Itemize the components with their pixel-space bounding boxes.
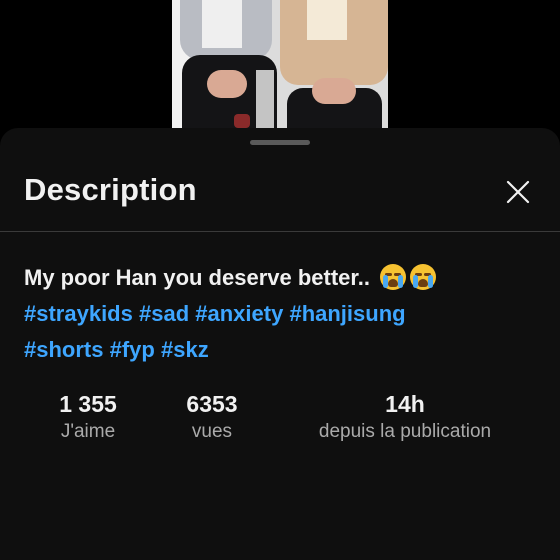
likes-stat: 1 355 J'aime: [52, 390, 124, 446]
sheet-title: Description: [24, 172, 197, 207]
person-left-shirt: [202, 0, 242, 48]
hashtag-link[interactable]: #shorts: [24, 337, 103, 362]
hashtag-link[interactable]: #anxiety: [195, 301, 283, 326]
hashtag-link[interactable]: #sad: [139, 301, 189, 326]
close-button[interactable]: [502, 176, 534, 208]
video-thumbnail[interactable]: [172, 0, 388, 140]
crying-emoji-icon: [410, 264, 437, 290]
hashtags-line: #shorts #fyp #skz: [24, 332, 534, 368]
published-stat: 14h depuis la publication: [300, 390, 510, 446]
description-line: My poor Han you deserve better..: [24, 260, 534, 296]
person-right-hands: [312, 78, 356, 104]
likes-label: J'aime: [60, 421, 116, 442]
description-text: My poor Han you deserve better..: [24, 265, 370, 290]
likes-count: 1 355: [59, 391, 117, 417]
hashtag-link[interactable]: #straykids: [24, 301, 133, 326]
video-description: My poor Han you deserve better.. #strayk…: [24, 260, 534, 368]
views-count: 6353: [186, 391, 238, 417]
crying-emoji-icon: [380, 264, 407, 290]
person-left-hands: [207, 70, 247, 98]
hashtag-link[interactable]: #skz: [161, 337, 209, 362]
drag-handle[interactable]: [250, 140, 310, 145]
divider: [0, 231, 560, 232]
close-icon: [506, 180, 530, 204]
views-stat: 6353 vues: [176, 390, 248, 446]
hashtag-link[interactable]: #fyp: [110, 337, 155, 362]
hashtag-link[interactable]: #hanjisung: [289, 301, 405, 326]
hashtags-line: #straykids #sad #anxiety #hanjisung: [24, 296, 534, 332]
red-detail: [234, 114, 250, 128]
published-label: depuis la publication: [318, 421, 492, 442]
person-right-shirt: [307, 0, 347, 40]
published-age: 14h: [385, 391, 425, 417]
views-label: vues: [191, 421, 233, 442]
description-sheet: Description My poor Han you deserve bett…: [0, 128, 560, 560]
